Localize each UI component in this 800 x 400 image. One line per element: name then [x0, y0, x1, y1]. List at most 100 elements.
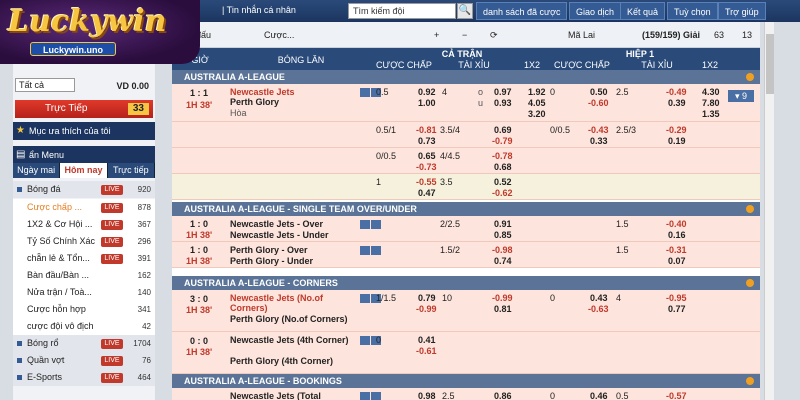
nav-help[interactable]: Trợ giúp — [718, 2, 766, 20]
odds[interactable]: 0.19 — [668, 136, 686, 146]
odds[interactable]: -0.78 — [492, 151, 513, 161]
odds[interactable]: 7.80 — [702, 98, 720, 108]
odds[interactable]: 4.30 — [702, 87, 720, 97]
sidebar-sport-item[interactable]: cược đội vô địch 42 — [13, 318, 155, 335]
odds[interactable]: -0.40 — [666, 219, 687, 229]
odds[interactable]: -0.62 — [492, 188, 513, 198]
league-header[interactable]: AUSTRALIA A-LEAGUE - BOOKINGS — [172, 374, 760, 388]
nav-transactions[interactable]: Giao dịch — [569, 2, 622, 20]
odds[interactable]: 0.92 — [418, 87, 436, 97]
tv-icon[interactable] — [360, 336, 370, 345]
odds[interactable]: 0.43 — [590, 293, 608, 303]
live-button[interactable]: Trực Tiếp 33 — [15, 100, 153, 118]
nav-options[interactable]: Tuỳ chọn — [667, 2, 718, 20]
odds[interactable]: -0.43 — [588, 125, 609, 135]
tv-icon[interactable] — [360, 294, 370, 303]
odds[interactable]: -0.73 — [416, 162, 437, 172]
sidebar-sport-item[interactable]: Bàn đầu/Bàn ... 162 — [13, 267, 155, 284]
odds[interactable]: 0.52 — [494, 177, 512, 187]
odds[interactable]: 0.79 — [418, 293, 436, 303]
odds[interactable]: 0.68 — [494, 162, 512, 172]
tv-icon[interactable] — [360, 88, 370, 97]
odds[interactable]: 0.50 — [590, 87, 608, 97]
bet-filter[interactable]: Cược... — [264, 30, 294, 40]
odds[interactable]: 3.20 — [528, 109, 546, 119]
sidebar-sport-item[interactable]: Cược hỗn hợp 341 — [13, 301, 155, 318]
league-toggle-icon[interactable] — [746, 205, 754, 213]
odds[interactable]: -0.31 — [666, 245, 687, 255]
tab-live[interactable]: Trực tiếp — [107, 163, 155, 178]
odds[interactable]: 0.07 — [668, 256, 686, 266]
odds[interactable]: 0.39 — [668, 98, 686, 108]
odds[interactable]: 0.77 — [668, 304, 686, 314]
logo[interactable]: Luckywin Luckywin.uno — [0, 0, 200, 64]
odds[interactable]: 0.16 — [668, 230, 686, 240]
odds[interactable]: -0.95 — [666, 293, 687, 303]
odds[interactable]: 0.98 — [418, 391, 436, 400]
sidebar-sport-item[interactable]: E-Sports LIVE 464 — [13, 369, 155, 386]
scrollbar[interactable] — [764, 22, 774, 400]
tab-tomorrow[interactable]: Ngày mai — [13, 163, 61, 178]
odds[interactable]: -0.49 — [666, 87, 687, 97]
odds-type-select[interactable]: Mã Lai — [568, 30, 595, 40]
odds[interactable]: 1.00 — [418, 98, 436, 108]
odds[interactable]: 0.97 — [494, 87, 512, 97]
nav-bet-list[interactable]: danh sách đã cược — [476, 2, 568, 20]
match-icons[interactable] — [360, 392, 384, 400]
more-bets-button[interactable]: ▾ 9 — [728, 90, 754, 102]
tv-icon[interactable] — [360, 220, 370, 229]
tv-icon[interactable] — [360, 246, 370, 255]
league-toggle-icon[interactable] — [746, 377, 754, 385]
odds[interactable]: 0.91 — [494, 219, 512, 229]
sidebar-sport-item[interactable]: Tỷ Số Chính Xác LIVE 296 — [13, 233, 155, 250]
odds[interactable]: 0.86 — [494, 391, 512, 400]
scrollbar-thumb[interactable] — [766, 34, 774, 94]
tab-today[interactable]: Hôm nay — [60, 163, 108, 178]
odds[interactable]: 1.35 — [702, 109, 720, 119]
star-icon[interactable] — [371, 220, 381, 229]
favorites-bar[interactable]: ★ Mục ưa thích của tôi — [13, 122, 155, 140]
nav-results[interactable]: Kết quả — [620, 2, 666, 20]
sidebar-sport-item[interactable]: chẵn lẻ & Tổn... LIVE 391 — [13, 250, 155, 267]
sidebar-sport-item[interactable]: Nửa trận / Toà... 140 — [13, 284, 155, 301]
filter-select[interactable]: Tất cả — [15, 78, 75, 92]
odds[interactable]: 0.93 — [494, 98, 512, 108]
odds[interactable]: 0.65 — [418, 151, 436, 161]
odds[interactable]: -0.29 — [666, 125, 687, 135]
odds[interactable]: 0.47 — [418, 188, 436, 198]
odds[interactable]: 0.69 — [494, 125, 512, 135]
tv-icon[interactable] — [360, 392, 370, 400]
odds[interactable]: -0.63 — [588, 304, 609, 314]
personal-messages-link[interactable]: | Tin nhắn cá nhân — [222, 5, 296, 15]
match-icons[interactable] — [360, 220, 384, 231]
odds[interactable]: -0.57 — [666, 391, 687, 400]
league-count[interactable]: (159/159) Giải — [642, 30, 700, 40]
league-toggle-icon[interactable] — [746, 279, 754, 287]
refresh-icon[interactable]: ⟳ — [490, 30, 498, 41]
league-header[interactable]: AUSTRALIA A-LEAGUE - SINGLE TEAM OVER/UN… — [172, 202, 760, 216]
sidebar-sport-item[interactable]: Quần vợt LIVE 76 — [13, 352, 155, 369]
team-search-input[interactable]: Tìm kiếm đội — [348, 3, 456, 19]
search-icon[interactable]: 🔍 — [457, 3, 473, 19]
odds[interactable]: -0.99 — [416, 304, 437, 314]
odds[interactable]: -0.79 — [492, 136, 513, 146]
odds[interactable]: 0.41 — [418, 335, 436, 345]
star-icon[interactable] — [371, 246, 381, 255]
odds[interactable]: 1.92 — [528, 87, 546, 97]
odds[interactable]: 0.81 — [494, 304, 512, 314]
odds[interactable]: 0.73 — [418, 136, 436, 146]
sidebar-sport-item[interactable]: Cược chấp ... LIVE 878 — [13, 199, 155, 216]
odds[interactable]: -0.61 — [416, 346, 437, 356]
odds[interactable]: -0.55 — [416, 177, 437, 187]
remove-icon[interactable]: − — [462, 30, 467, 40]
sidebar-sport-item[interactable]: 1X2 & Cơ Hội ... LIVE 367 — [13, 216, 155, 233]
sidebar-sport-item[interactable]: Bóng đá LIVE 920 — [13, 181, 155, 198]
odds[interactable]: 4.05 — [528, 98, 546, 108]
star-icon[interactable] — [371, 392, 381, 400]
odds[interactable]: -0.99 — [492, 293, 513, 303]
add-icon[interactable]: + — [434, 30, 439, 40]
odds[interactable]: 0.85 — [494, 230, 512, 240]
hide-menu-bar[interactable]: ▤ ẩn Menu — [13, 146, 155, 164]
match-icons[interactable] — [360, 246, 384, 257]
odds[interactable]: 0.46 — [590, 391, 608, 400]
